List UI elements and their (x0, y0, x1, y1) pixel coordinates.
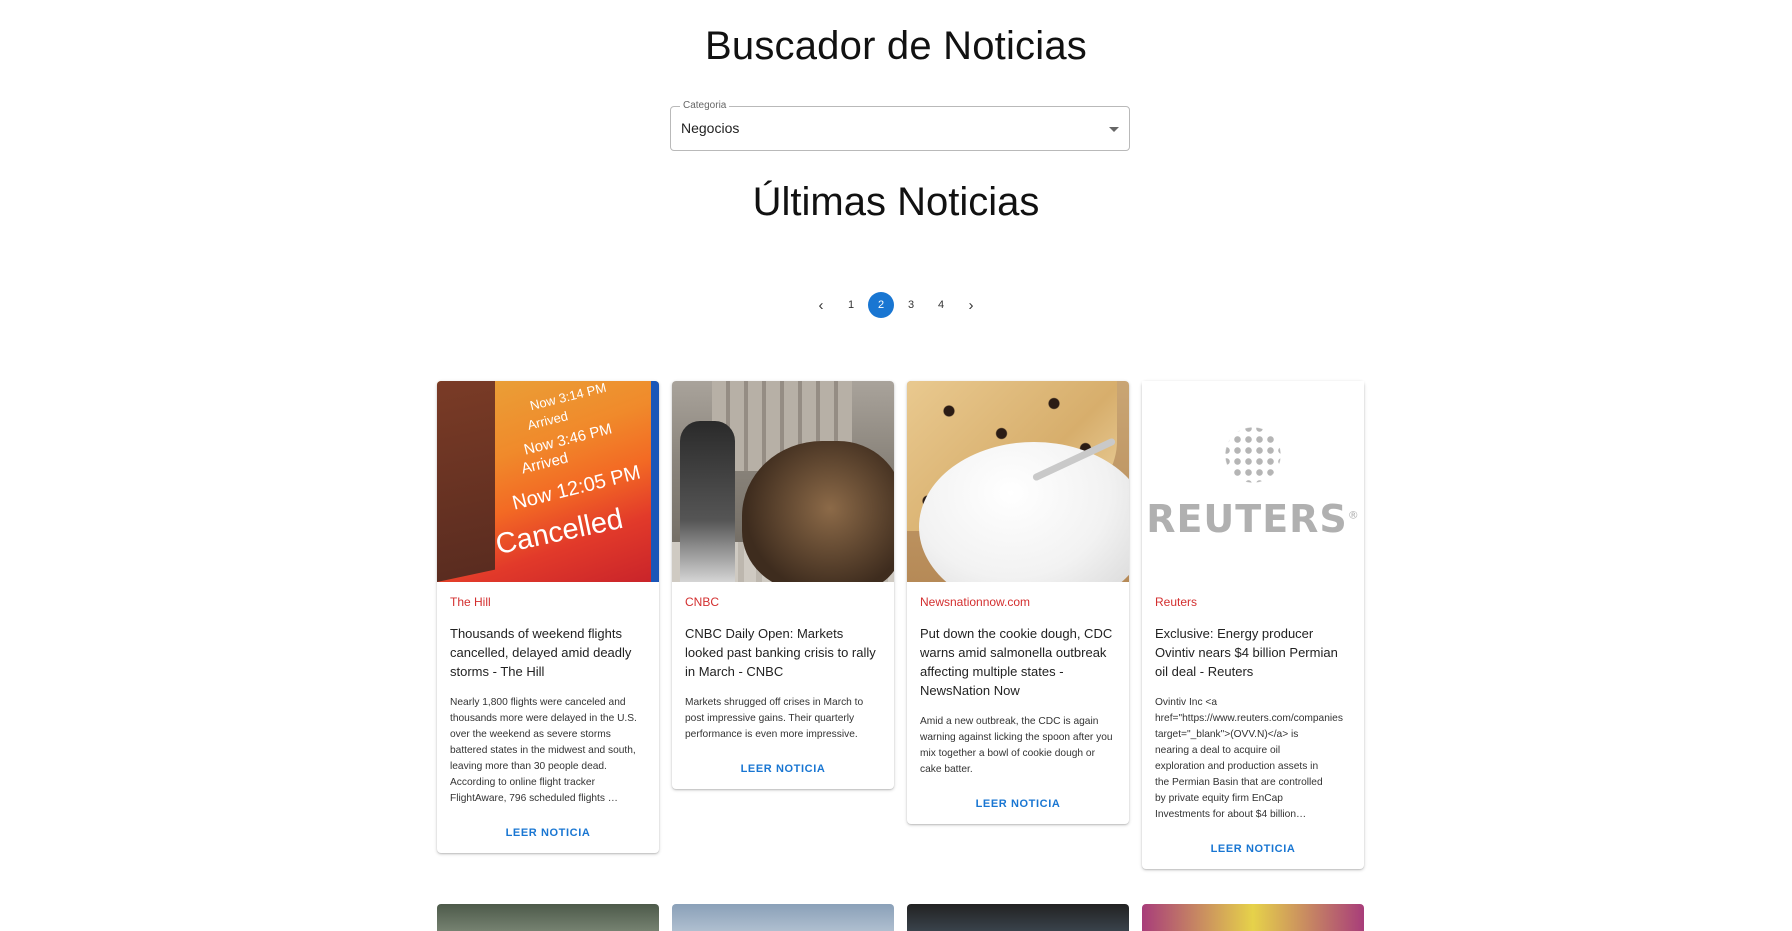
pagination: ‹ 1 2 3 4 › (0, 292, 1792, 318)
news-source: Reuters (1155, 595, 1198, 609)
news-source: The Hill (450, 595, 491, 609)
section-title: Últimas Noticias (752, 180, 1040, 224)
news-card: Newsnationnow.com Put down the cookie do… (907, 381, 1129, 824)
category-select[interactable]: Categoria Negocios (670, 100, 1130, 151)
news-description: Ovintiv Inc <a href="https://www.reuters… (1155, 697, 1343, 820)
read-news-button[interactable]: LEER NOTICIA (1155, 843, 1351, 855)
news-card-image: REUTERS® (1142, 381, 1364, 582)
image-text: Cancelled (492, 502, 626, 562)
news-card-image (672, 381, 894, 582)
image-text: Now 3:14 PM (528, 381, 608, 414)
news-title: CNBC Daily Open: Markets looked past ban… (685, 626, 876, 679)
news-source: CNBC (685, 595, 720, 609)
reuters-logo-icon (1221, 422, 1285, 487)
news-description: Nearly 1,800 flights were canceled and t… (450, 697, 637, 804)
dropdown-arrow-icon[interactable] (1109, 127, 1119, 132)
page-button-4[interactable]: 4 (928, 292, 954, 318)
news-source: Newsnationnow.com (920, 595, 1031, 609)
news-title: Thousands of weekend flights cancelled, … (450, 626, 632, 679)
news-card-image (907, 904, 1129, 931)
page-title: Buscador de Noticias (705, 24, 1087, 68)
category-select-value: Negocios (681, 120, 740, 136)
page-button-3[interactable]: 3 (898, 292, 924, 318)
news-description: Amid a new outbreak, the CDC is again wa… (920, 716, 1113, 775)
chevron-right-icon[interactable]: › (958, 292, 984, 318)
page-button-1[interactable]: 1 (838, 292, 864, 318)
reuters-logo: REUTERS® (1146, 496, 1360, 541)
news-card-image (672, 904, 894, 931)
read-news-button[interactable]: LEER NOTICIA (450, 827, 646, 839)
chevron-left-icon[interactable]: ‹ (808, 292, 834, 318)
news-card: Now 3:14 PM Arrived Now 3:46 PM Arrived … (437, 381, 659, 853)
read-news-button[interactable]: LEER NOTICIA (920, 798, 1116, 810)
news-title: Exclusive: Energy producer Ovintiv nears… (1155, 626, 1338, 679)
news-card-image (1142, 904, 1364, 931)
news-card: CNBC CNBC Daily Open: Markets looked pas… (672, 381, 894, 789)
news-grid: Now 3:14 PM Arrived Now 3:46 PM Arrived … (437, 381, 1364, 931)
page-button-2[interactable]: 2 (868, 292, 894, 318)
news-card-image: Now 3:14 PM Arrived Now 3:46 PM Arrived … (437, 381, 659, 582)
news-description: Markets shrugged off crises in March to … (685, 697, 864, 740)
news-title: Put down the cookie dough, CDC warns ami… (920, 626, 1113, 698)
news-card: REUTERS® Reuters Exclusive: Energy produ… (1142, 381, 1364, 869)
news-card-image (907, 381, 1129, 582)
news-card-image (437, 904, 659, 931)
read-news-button[interactable]: LEER NOTICIA (685, 763, 881, 775)
category-select-label: Categoria (680, 100, 730, 112)
